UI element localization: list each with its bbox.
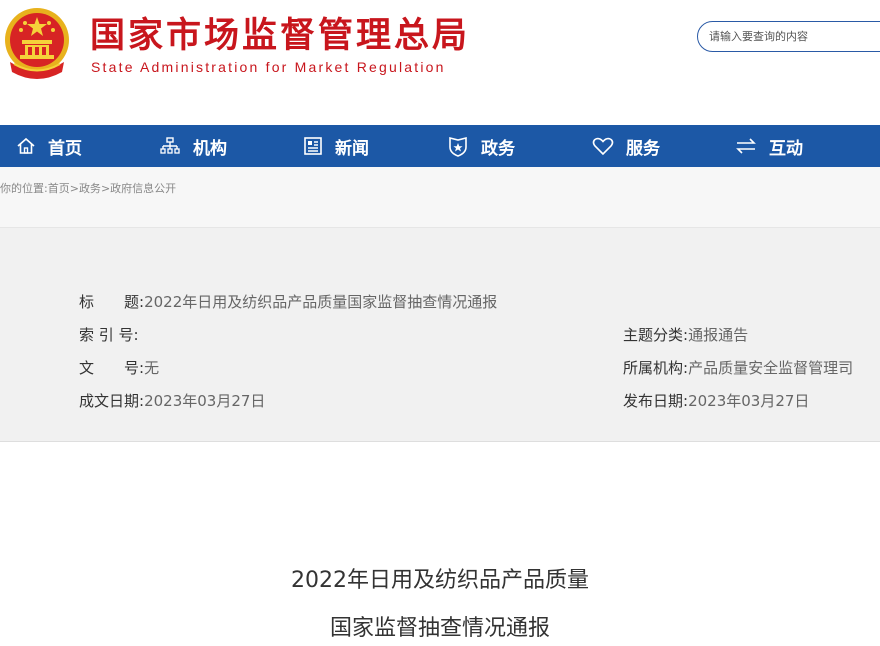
national-emblem-icon[interactable] — [2, 6, 72, 82]
meta-row-title: 标 题:2022年日用及纺织品产品质量国家监督抽查情况通报 — [79, 292, 497, 312]
meta-title-label: 标 题: — [79, 293, 145, 311]
breadcrumb-link-gov-info[interactable]: 政府信息公开 — [110, 182, 176, 195]
meta-topic-value: 通报通告 — [688, 326, 749, 344]
nav-item-org[interactable]: 机构 — [159, 125, 227, 167]
heart-icon — [592, 137, 614, 156]
meta-org-label: 所属机构: — [623, 359, 689, 377]
breadcrumb: 你的位置:首页>政务>政府信息公开 — [0, 180, 176, 196]
meta-title-value: 2022年日用及纺织品产品质量国家监督抽查情况通报 — [144, 293, 498, 311]
meta-row-org: 所属机构:产品质量安全监督管理司 — [623, 358, 853, 378]
meta-row-pubdate: 发布日期:2023年03月27日 — [623, 391, 809, 411]
meta-docno-value: 无 — [144, 359, 160, 377]
meta-org-value: 产品质量安全监督管理司 — [688, 359, 854, 377]
home-icon — [17, 137, 35, 154]
newspaper-icon — [304, 137, 322, 155]
document-meta-panel: 标 题:2022年日用及纺织品产品质量国家监督抽查情况通报 索 引 号: 主题分… — [0, 227, 880, 442]
meta-row-docno: 文 号:无 — [79, 358, 159, 378]
meta-index-label: 索 引 号: — [79, 326, 139, 344]
meta-row-date: 成文日期:2023年03月27日 — [79, 391, 265, 411]
breadcrumb-separator: > — [100, 182, 111, 195]
breadcrumb-prefix: 你的位置: — [0, 182, 48, 195]
nav-label: 互动 — [769, 138, 803, 159]
shield-star-icon — [449, 136, 467, 157]
nav-label: 政务 — [481, 138, 515, 159]
meta-row-index: 索 引 号: — [79, 325, 139, 345]
meta-date-value: 2023年03月27日 — [144, 392, 266, 410]
document-title-line1: 2022年日用及纺织品产品质量 — [291, 568, 589, 593]
site-title[interactable]: 国家市场监督管理总局 — [90, 14, 470, 58]
nav-item-news[interactable]: 新闻 — [303, 125, 369, 167]
nav-item-service[interactable]: 服务 — [592, 125, 660, 167]
nav-item-home[interactable]: 首页 — [16, 125, 82, 167]
nav-item-affairs[interactable]: 政务 — [447, 125, 515, 167]
site-header: 国家市场监督管理总局 State Administration for Mark… — [0, 0, 880, 125]
site-subtitle: State Administration for Market Regulati… — [91, 59, 446, 75]
breadcrumb-separator: > — [69, 182, 79, 195]
meta-topic-label: 主题分类: — [623, 326, 689, 344]
breadcrumb-link-home[interactable]: 首页 — [48, 182, 70, 195]
nav-label: 新闻 — [335, 138, 369, 159]
meta-docno-label: 文 号: — [79, 359, 145, 377]
meta-row-topic: 主题分类:通报通告 — [623, 325, 748, 345]
org-chart-icon — [160, 137, 180, 154]
nav-label: 首页 — [48, 138, 82, 159]
search-input[interactable] — [697, 21, 880, 52]
breadcrumb-bar: 你的位置:首页>政务>政府信息公开 — [0, 167, 880, 227]
meta-pubdate-value: 2023年03月27日 — [688, 392, 810, 410]
swap-arrows-icon — [736, 138, 756, 154]
document-title-line2: 国家监督抽查情况通报 — [329, 616, 550, 641]
meta-pubdate-label: 发布日期: — [623, 392, 689, 410]
main-nav: 首页 机构 新闻 政务 服务 互动 — [0, 125, 880, 167]
nav-label: 机构 — [193, 138, 227, 159]
nav-label: 服务 — [626, 138, 660, 159]
breadcrumb-link-affairs[interactable]: 政务 — [79, 182, 101, 195]
nav-item-interact[interactable]: 互动 — [735, 125, 803, 167]
meta-date-label: 成文日期: — [79, 392, 145, 410]
